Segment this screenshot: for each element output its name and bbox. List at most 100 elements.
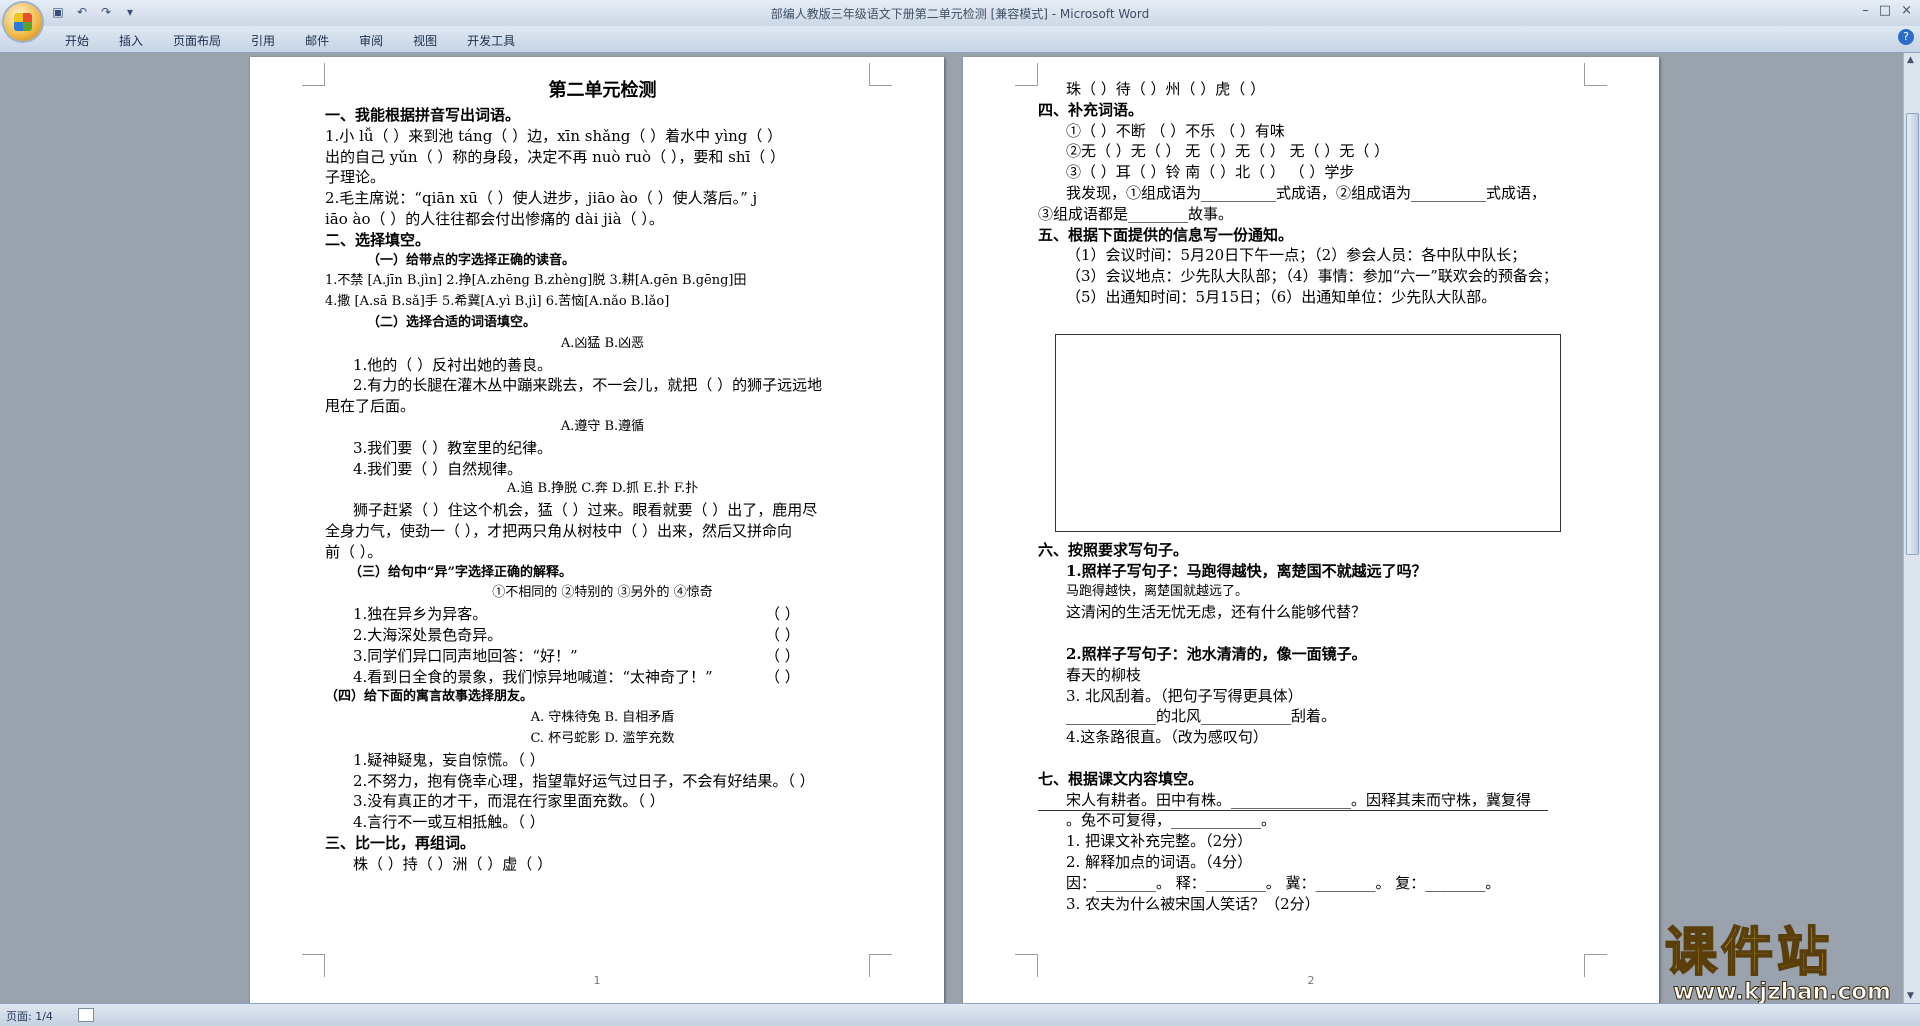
text-line: 1.疑神疑鬼，妄自惊慌。（ ） bbox=[353, 750, 545, 769]
page-number: 2 bbox=[1307, 974, 1315, 987]
text-line: ②无（ ）无（ ） 无（ ）无（ ） 无（ ）无（ ） bbox=[1066, 142, 1390, 161]
text-line: 3. 北风刮着。（把句子写得更具体） bbox=[1066, 686, 1303, 705]
text-line: ③（ ）耳（ ）铃 南（ ）北（ ） （ ）学步 bbox=[1066, 163, 1355, 182]
options-line: A.遵守 B.遵循 bbox=[560, 418, 645, 434]
text-line: 。兔不可复得，____________。 bbox=[1066, 811, 1277, 830]
page-title: 第二单元检测 bbox=[548, 80, 657, 101]
text-line: 2.有力的长腿在灌木丛中蹦来跳去，不一会儿，就把（ ）的狮子远远地 bbox=[353, 376, 823, 395]
options-line: A.凶猛 B.凶恶 bbox=[560, 335, 645, 351]
maximize-button[interactable]: □ bbox=[1879, 3, 1891, 18]
page-indicator[interactable]: 页面: 1/4 bbox=[6, 1008, 53, 1024]
scroll-up-icon[interactable]: ▲ bbox=[1907, 55, 1914, 65]
answer-paren: （ ） bbox=[765, 625, 800, 644]
section-heading: 三、比一比，再组词。 bbox=[325, 833, 476, 852]
text-line: 狮子赶紧（ ）住这个机会，猛（ ）过来。眼看就要（ ）出了，鹿用尽 bbox=[353, 501, 818, 520]
answer-rule-line bbox=[1038, 810, 1548, 811]
text-line: 2.不努力，抱有侥幸心理，指望靠好运气过日子，不会有好结果。（ ） bbox=[353, 771, 815, 790]
section-heading: 六、按照要求写句子。 bbox=[1038, 541, 1189, 559]
scroll-thumb[interactable] bbox=[1906, 113, 1919, 555]
text-line: 2.大海深处景色奇异。（ ） bbox=[353, 625, 800, 644]
text-line: 4.我们要（ ）自然规律。 bbox=[353, 459, 523, 478]
tab-developer[interactable]: 开发工具 bbox=[452, 30, 530, 51]
page-2-text-top: 珠（ ）待（ ）州（ ）虎（ ） 四、补充词语。 ①（ ）不断 （ ）不乐 （ … bbox=[1038, 79, 1588, 308]
scroll-down-icon[interactable]: ▼ bbox=[1907, 991, 1914, 1001]
section-heading: 一、我能根据拼音写出词语。 bbox=[325, 106, 521, 124]
help-icon[interactable]: ? bbox=[1898, 29, 1914, 45]
text-line: 珠（ ）待（ ）州（ ）虎（ ） bbox=[1066, 80, 1266, 98]
text-line: 1.不禁 [A.jīn B.jìn] 2.挣[A.zhēng B.zhèng]脱… bbox=[325, 273, 747, 289]
text-line: 4.看到日全食的景象，我们惊异地喊道：“太神奇了！” （ ） bbox=[353, 667, 800, 686]
page-2-text-bottom: 六、按照要求写句子。 1.照样子写句子：马跑得越快，离楚国不就越远了吗？ 马跑得… bbox=[1038, 540, 1588, 914]
text-line: 这清闲的生活无忧无虑，还有什么能够代替？ bbox=[1066, 603, 1367, 622]
crop-mark bbox=[1015, 63, 1038, 86]
text-line: 4.言行不一或互相抵触。（ ） bbox=[353, 813, 545, 832]
tab-page-layout[interactable]: 页面布局 bbox=[158, 30, 236, 51]
answer-paren: （ ） bbox=[765, 646, 800, 665]
status-bar: 页面: 1/4 bbox=[0, 1003, 1920, 1026]
text-line: iāo ào（ ）的人往往都会付出惨痛的 dài jià（ ）。 bbox=[325, 209, 664, 228]
text-line: 宋人有耕者。田中有株。________________。因释其耒而守株，冀复得 bbox=[1066, 790, 1532, 809]
text-line: ③组成语都是________故事。 bbox=[1038, 204, 1234, 223]
text-line: 我发现，①组成语为__________式成语，②组成语为__________式成… bbox=[1066, 183, 1547, 202]
text-line: 因：________。 释：________。 冀：________。 复：__… bbox=[1066, 873, 1501, 892]
tab-review[interactable]: 审阅 bbox=[344, 30, 398, 51]
watermark-url: www.kjzhan.com bbox=[1673, 979, 1892, 1005]
text-line: ①（ ）不断 （ ）不乐 （ ）有味 bbox=[1066, 121, 1285, 140]
close-button[interactable]: × bbox=[1901, 3, 1912, 18]
options-line: A. 守株待兔 B. 自相矛盾 bbox=[530, 710, 675, 726]
text-line: 出的自己 yǔn（ ）称的身段，决定不再 nuò ruò（ ），要和 shī（ … bbox=[325, 147, 786, 166]
text-line: （5）出通知时间：5月15日；（6）出通知单位：少先队大队部。 bbox=[1066, 287, 1497, 306]
minimize-button[interactable]: – bbox=[1862, 3, 1869, 18]
document-page-1[interactable]: 第二单元检测 一、我能根据拼音写出词语。 1.小 lǚ（ ）来到池 táng（ … bbox=[250, 57, 944, 1007]
crop-mark bbox=[302, 63, 325, 86]
answer-paren: （ ） bbox=[765, 605, 800, 624]
section-heading: 四、补充词语。 bbox=[1038, 100, 1144, 119]
text-line: 1.照样子写句子：马跑得越快，离楚国不就越远了吗？ bbox=[1066, 561, 1427, 580]
text-line: 甩在了后面。 bbox=[325, 397, 416, 416]
window-controls: – □ × bbox=[1862, 3, 1912, 18]
options-line: A.追 B.挣脱 C.奔 D.抓 E.扑 F.扑 bbox=[506, 481, 699, 497]
title-bar: ▣ ↶ ↷ ▾ 部编人教版三年级语文下册第二单元检测 [兼容模式] - Micr… bbox=[0, 0, 1920, 26]
example-line: 马跑得越快，离楚国就越远了。 bbox=[1066, 583, 1249, 599]
tab-view[interactable]: 视图 bbox=[398, 30, 452, 51]
text-line: 3. 农夫为什么被宋国人笑话？（2分） bbox=[1066, 894, 1320, 913]
text-line: 3.我们要（ ）教室里的纪律。 bbox=[353, 438, 553, 457]
vertical-scrollbar[interactable]: ▲ ▼ bbox=[1903, 53, 1920, 1003]
subsection-heading: （一）给带点的字选择正确的读音。 bbox=[367, 252, 576, 268]
language-check-icon[interactable] bbox=[78, 1008, 94, 1022]
tab-insert[interactable]: 插入 bbox=[104, 30, 158, 51]
text-line: 1.他的（ ）反衬出她的善良。 bbox=[353, 355, 553, 374]
page-1-text: 第二单元检测 一、我能根据拼音写出词语。 1.小 lǚ（ ）来到池 táng（ … bbox=[325, 75, 880, 874]
text-line: 4.这条路很直。（改为感叹句） bbox=[1066, 728, 1268, 747]
section-heading: 五、根据下面提供的信息写一份通知。 bbox=[1038, 225, 1294, 244]
options-line: C. 杯弓蛇影 D. 滥竽充数 bbox=[530, 730, 675, 746]
text-line: 2.照样子写句子：池水清清的，像一面镜子。 bbox=[1066, 644, 1367, 663]
page-number: 1 bbox=[593, 974, 601, 987]
document-page-2[interactable]: 珠（ ）待（ ）州（ ）虎（ ） 四、补充词语。 ①（ ）不断 （ ）不乐 （ … bbox=[963, 57, 1659, 1007]
answer-paren: （ ） bbox=[765, 667, 800, 686]
tab-mailings[interactable]: 邮件 bbox=[290, 30, 344, 51]
text-line: ____________的北风____________刮着。 bbox=[1066, 707, 1337, 726]
text-line: 春天的柳枝 bbox=[1066, 665, 1142, 684]
tab-references[interactable]: 引用 bbox=[236, 30, 290, 51]
text-line: （1）会议时间：5月20日下午一点；（2）参会人员：各中队中队长； bbox=[1066, 246, 1527, 265]
section-heading: 二、选择填空。 bbox=[325, 230, 431, 249]
text-line: 1.小 lǚ（ ）来到池 táng（ ）边，xīn shǎng（ ）着水中 yì… bbox=[325, 126, 783, 145]
text-line: 全身力气，使劲一（ ），才把两只角从树枝中（ ）出来，然后又拼命向 bbox=[325, 521, 793, 540]
notice-writing-box[interactable] bbox=[1055, 334, 1561, 532]
ribbon: 开始 插入 页面布局 引用 邮件 审阅 视图 开发工具 ? bbox=[0, 26, 1920, 53]
text-line: 1.独在异乡为异客。（ ） bbox=[353, 605, 800, 624]
text-line: 2.毛主席说：“qiān xū（ ）使人进步，jiāo ào（ ）使人落后。” … bbox=[325, 189, 758, 208]
office-logo-icon bbox=[14, 13, 32, 31]
text-line: 1. 把课文补充完整。（2分） bbox=[1066, 832, 1253, 851]
options-line: ①不相同的 ②特别的 ③另外的 ④惊奇 bbox=[492, 585, 713, 601]
office-button[interactable] bbox=[4, 3, 42, 41]
subsection-heading: （三）给句中“异”字选择正确的解释。 bbox=[349, 564, 572, 580]
text-line: 株（ ）持（ ）洲（ ）虚（ ） bbox=[353, 854, 553, 873]
tab-home[interactable]: 开始 bbox=[50, 30, 104, 51]
section-heading: 七、根据课文内容填空。 bbox=[1038, 769, 1204, 788]
watermark-logo-text: 课件站 bbox=[1664, 923, 1834, 983]
text-line: 前（ ）。 bbox=[325, 542, 383, 561]
text-line: 3.没有真正的才干，而混在行家里面充数。（ ） bbox=[353, 792, 665, 811]
